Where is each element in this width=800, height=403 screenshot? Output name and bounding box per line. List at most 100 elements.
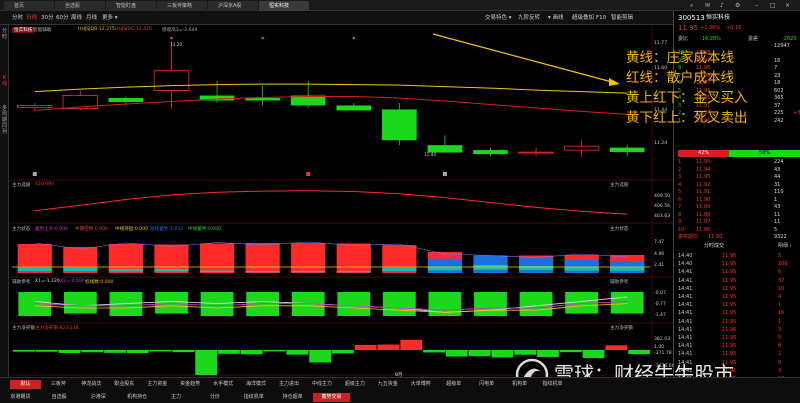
notification-icon[interactable]: ♪ — [720, 1, 724, 11]
bottom-tab[interactable]: 九五资金 — [372, 380, 403, 389]
quote-header: 300513 恒实科技 — [678, 14, 800, 22]
panel-title-right: 主力选股 — [610, 183, 629, 188]
trade-time: 14:41 — [678, 269, 693, 276]
bottom-tab[interactable]: 指纹机单 — [235, 393, 272, 402]
bottom-tab[interactable]: 水手模式 — [208, 380, 239, 389]
trade-price: 11.95 — [722, 335, 737, 341]
bottom-tab[interactable]: 大单博弈 — [405, 380, 436, 389]
assist-tag[interactable]: 智能辅助 — [33, 27, 51, 33]
bottom-tab[interactable]: 机构持仓 — [119, 393, 156, 402]
trade-time: 14:41 — [678, 318, 693, 325]
chart-text-layer: 恒实科技 智能辅助 HHJSJDB:12.275 HHJSJDC:12.420 感观高3… — [0, 0, 675, 378]
trade-time: 14:41 — [678, 294, 693, 300]
stock-code: 300513 — [678, 14, 705, 22]
ratio-sell: 42% — [678, 150, 730, 157]
trade-row: 14:41 11.96 3 — [678, 326, 800, 334]
panel-title-right: 主力净买额 — [610, 326, 633, 331]
price-axis-label: 11.77 — [654, 41, 668, 46]
bottom-tab[interactable]: 指纹机单 — [537, 380, 568, 389]
bottom-tab[interactable]: 分价 — [196, 393, 233, 402]
panel-item: 标线数:0.000 — [85, 280, 114, 285]
axis-label: 7.47 — [654, 240, 665, 245]
value: 11.60 — [708, 234, 723, 240]
panel-item: 蓄势上升:0.000 — [35, 227, 69, 232]
trade-row: 14:41 11.95 4 — [678, 293, 800, 301]
indicator-value: HHJSJDC:12.420 — [115, 27, 152, 32]
trade-detail-link: 明细 › — [778, 243, 792, 249]
trade-row: 14:41 11.95 1 — [678, 301, 800, 309]
trade-time: 14:41 — [678, 343, 693, 350]
trade-row: 14:41 11.95 10 — [678, 285, 800, 293]
bottom-tab[interactable]: 闪电单 — [471, 380, 502, 389]
bottom-tab[interactable]: 中线主力 — [306, 380, 337, 389]
axis-label: -1.47 — [654, 313, 666, 318]
trade-row: 14:41 11.95 8 — [678, 342, 800, 350]
trade-header-title: 分时成交 — [704, 243, 725, 249]
trade-time: 14:41 — [678, 302, 693, 309]
panel-item: 中期空换:0.900 — [75, 227, 109, 232]
bottom-tab[interactable]: 持仓超单 — [274, 393, 311, 402]
trade-volume: 208 — [778, 261, 788, 268]
bottom-tab[interactable]: 资金趋势 — [175, 380, 206, 389]
settings-icon[interactable]: ⚙ — [735, 1, 740, 11]
axis-label: 409.50 — [654, 194, 671, 199]
bottom-tab[interactable]: 沪港深 — [80, 393, 117, 402]
high-label: 13.20 — [170, 42, 182, 47]
maximize-icon[interactable]: □ — [770, 1, 776, 11]
panel-title: 主力净买额 — [12, 326, 35, 331]
axis-label: 382.03 — [654, 337, 671, 342]
bottom-tab[interactable]: 京港期货 — [2, 393, 39, 402]
trade-row: 14:41 11.95 6 — [678, 268, 800, 276]
bottom-tab[interactable]: 职业股东 — [109, 380, 140, 389]
trade-price: 11.95 — [722, 310, 737, 317]
bottom-tab[interactable]: 默认 — [10, 380, 41, 389]
stock-name-label: 恒实科技 — [12, 27, 35, 33]
trade-time: 14:41 — [678, 310, 693, 317]
minimize-icon[interactable]: – — [755, 1, 758, 11]
trade-volume: 6 — [778, 269, 782, 276]
trade-volume: 5 — [778, 253, 782, 259]
trade-price: 11.95 — [722, 343, 737, 350]
bottom-tab[interactable]: 自选股 — [41, 393, 78, 402]
annotation-line: 黄线：庄家成本线 — [626, 50, 734, 66]
trade-row: 14:40 11.95 5 — [678, 252, 800, 260]
panel-item: 中线持盘:0.000 — [115, 227, 149, 232]
bottom-tab[interactable]: 超级单 — [438, 380, 469, 389]
axis-label: -0.77 — [654, 302, 666, 307]
trade-volume: 1 — [778, 302, 782, 309]
panel-title: 主力状态 — [12, 227, 31, 232]
trade-row: 14:41 11.95 16 — [678, 309, 800, 317]
value: 9322 — [774, 234, 787, 240]
bottom-tabs: 默认 三板斧 神龙战法 职业股东 主力资金 资金趋势 水手模式 海洋模式 主力进出 中线主力 超级主… — [0, 377, 800, 403]
trade-time: 14:41 — [678, 277, 693, 284]
search-icon[interactable]: ⌕ — [690, 1, 693, 11]
annotation-line: 黄下红上：死叉卖出 — [626, 110, 748, 126]
change-pct: +1.36% — [700, 25, 721, 31]
bottom-tab[interactable]: 主力资金 — [142, 380, 173, 389]
trade-price: 11.96 — [722, 326, 737, 333]
trade-price: 11.95 — [722, 302, 737, 309]
trade-price: 11.95 — [722, 285, 737, 292]
axis-label: 4.96 — [654, 252, 665, 257]
price: 11.95 — [678, 24, 699, 32]
panel-item: X2=-0.690 — [60, 279, 85, 284]
bottom-tab[interactable]: 超级主力 — [339, 380, 370, 389]
bottom-tab[interactable]: 主力进出 — [274, 380, 305, 389]
bottom-tab[interactable]: 机构单 — [504, 380, 535, 389]
mail-icon[interactable]: ✉ — [705, 1, 710, 11]
trade-volume: 8 — [778, 343, 782, 350]
panel-title-right: 辅助参考 — [610, 280, 629, 285]
annotation-line: 黄上红下：金叉买入 — [626, 90, 748, 106]
close-icon[interactable]: × — [785, 1, 790, 11]
bottom-tab[interactable]: 蓄势交易 — [313, 393, 350, 402]
bottom-tab[interactable]: 海洋模式 — [241, 380, 272, 389]
trade-price: 11.95 — [722, 261, 737, 268]
ratio-buy: 58% — [759, 150, 771, 156]
trade-time: 14:40 — [678, 253, 693, 259]
bottom-tab[interactable]: 神龙战法 — [76, 380, 107, 389]
trade-time: 14:41 — [678, 335, 693, 341]
bottom-tab[interactable]: 主力 — [158, 393, 195, 402]
trade-volume: 16 — [778, 310, 785, 317]
bottom-tab[interactable]: 三板斧 — [43, 380, 74, 389]
trade-row: 14:41 11.95 5 — [678, 334, 800, 342]
